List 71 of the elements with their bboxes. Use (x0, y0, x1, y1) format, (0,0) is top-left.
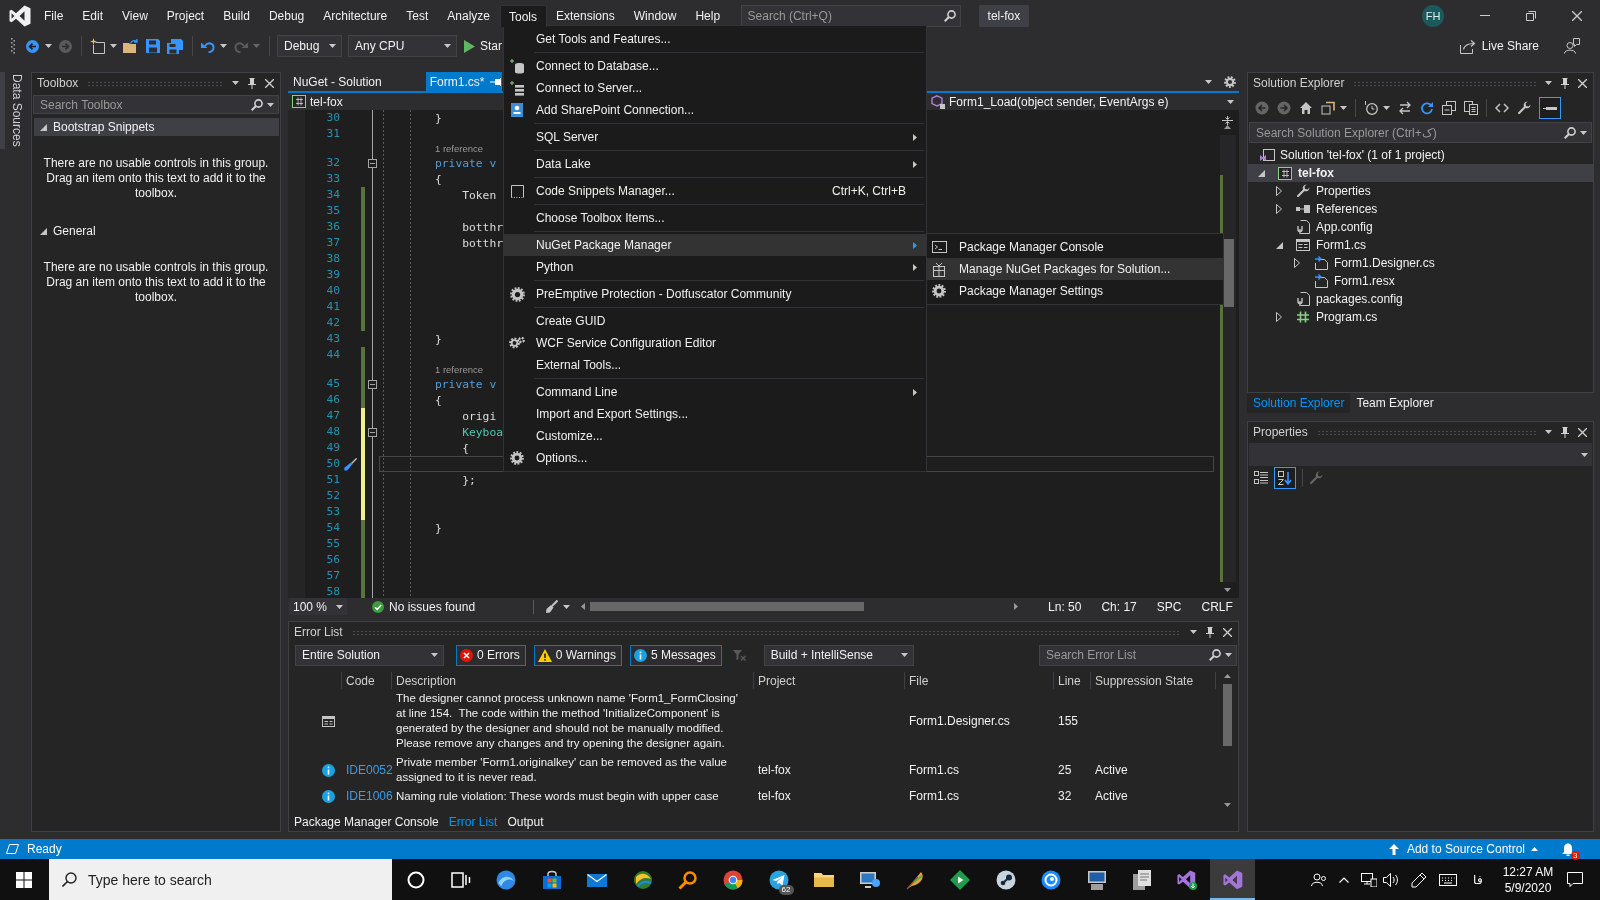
panel-title: Error List (294, 625, 343, 639)
line-number: 34 (326, 188, 340, 201)
line-number: 49 (326, 441, 340, 454)
line-number: 52 (326, 489, 340, 502)
line-number: 50 (326, 457, 340, 470)
panel-title: Toolbox (37, 76, 79, 90)
line-number: 44 (326, 348, 340, 361)
code-line: { (435, 172, 442, 186)
code-line: private v (435, 377, 497, 391)
notification-count: 3 (1570, 850, 1580, 860)
code-line: botthr (462, 236, 504, 250)
line-number: 43 (326, 332, 340, 345)
line-number: 33 (326, 172, 340, 185)
status-text: Ready (27, 842, 62, 856)
panel-title: Solution Explorer (1253, 76, 1345, 90)
code-line: private v (435, 156, 497, 170)
keyboard-shortcut: Ctrl+K, Ctrl+B (832, 184, 906, 198)
line-number: 48 (326, 425, 340, 438)
line-number: 55 (326, 537, 340, 550)
line-number: 31 (326, 127, 340, 140)
line-number: 58 (326, 585, 340, 598)
code-line: } (435, 521, 442, 535)
line-number: 36 (326, 220, 340, 233)
table-cell-text: Private member 'Form1.originalkey' can be removed as the value assigned to it is never read. (396, 756, 728, 783)
line-number: 38 (326, 252, 340, 265)
code-line: Token (462, 188, 497, 202)
status-text: Ch: 17 (1101, 599, 1137, 614)
table-cell: 155 (1058, 713, 1079, 728)
solution-name: tel-fox (978, 4, 1030, 27)
table-cell: Form1.Designer.cs (909, 713, 1010, 728)
line-number: 57 (326, 569, 340, 582)
empty-group-message: There are no usable controls in this group. Drag an item onto this text to add it to the toolbox. (42, 156, 270, 201)
app-badge: 62 (778, 885, 794, 895)
code-line: { (462, 441, 470, 455)
line-number: 35 (326, 204, 340, 217)
status-text: Ln: 50 (1048, 599, 1082, 614)
code-line: } (435, 332, 442, 346)
line-number: 40 (326, 284, 340, 297)
line-number: 30 (326, 111, 340, 124)
empty-group-message: There are no usable controls in this group. Drag an item onto this text to add it to the toolbox. (42, 260, 270, 305)
line-number: 42 (326, 316, 340, 329)
code-line: { (435, 393, 442, 407)
code-line: }; (462, 473, 476, 487)
code-line: origi (462, 409, 497, 423)
line-number: 54 (326, 521, 340, 534)
line-number: 51 (326, 473, 340, 486)
line-number: 46 (326, 393, 340, 406)
line-number: 39 (326, 268, 340, 281)
line-number: 45 (326, 377, 340, 390)
table-cell: 32 (1058, 789, 1072, 803)
code-line: Keyboa (462, 425, 504, 439)
table-cell: 25 (1058, 762, 1072, 777)
panel-title: Properties (1253, 425, 1308, 439)
code-line: botthr (462, 220, 504, 234)
code-line: } (435, 111, 442, 125)
line-number: 47 (326, 409, 340, 422)
table-cell: Naming rule violation: These words must begin with upper case (396, 790, 719, 802)
table-cell: Form1.cs (909, 789, 959, 803)
line-number: 53 (326, 505, 340, 518)
table-cell: Active (1095, 762, 1128, 777)
table-cell: Active (1095, 789, 1128, 803)
line-number: 37 (326, 236, 340, 249)
table-cell: Form1.cs (909, 762, 959, 777)
line-number: 41 (326, 300, 340, 313)
status-text: SPC (1156, 599, 1182, 614)
table-cell: tel-fox (758, 762, 791, 777)
line-number: 56 (326, 553, 340, 566)
table-cell: tel-fox (758, 789, 791, 803)
line-number: 32 (326, 156, 340, 169)
status-text: CRLF (1201, 599, 1233, 614)
table-cell-text: The designer cannot process unknown name 'Form1_FormClosing' at line 154. The code within the method 'InitializeComponent' is generated by the designer and should not be manually modified. Please remove any changes and try opening the designer again. (396, 692, 739, 749)
